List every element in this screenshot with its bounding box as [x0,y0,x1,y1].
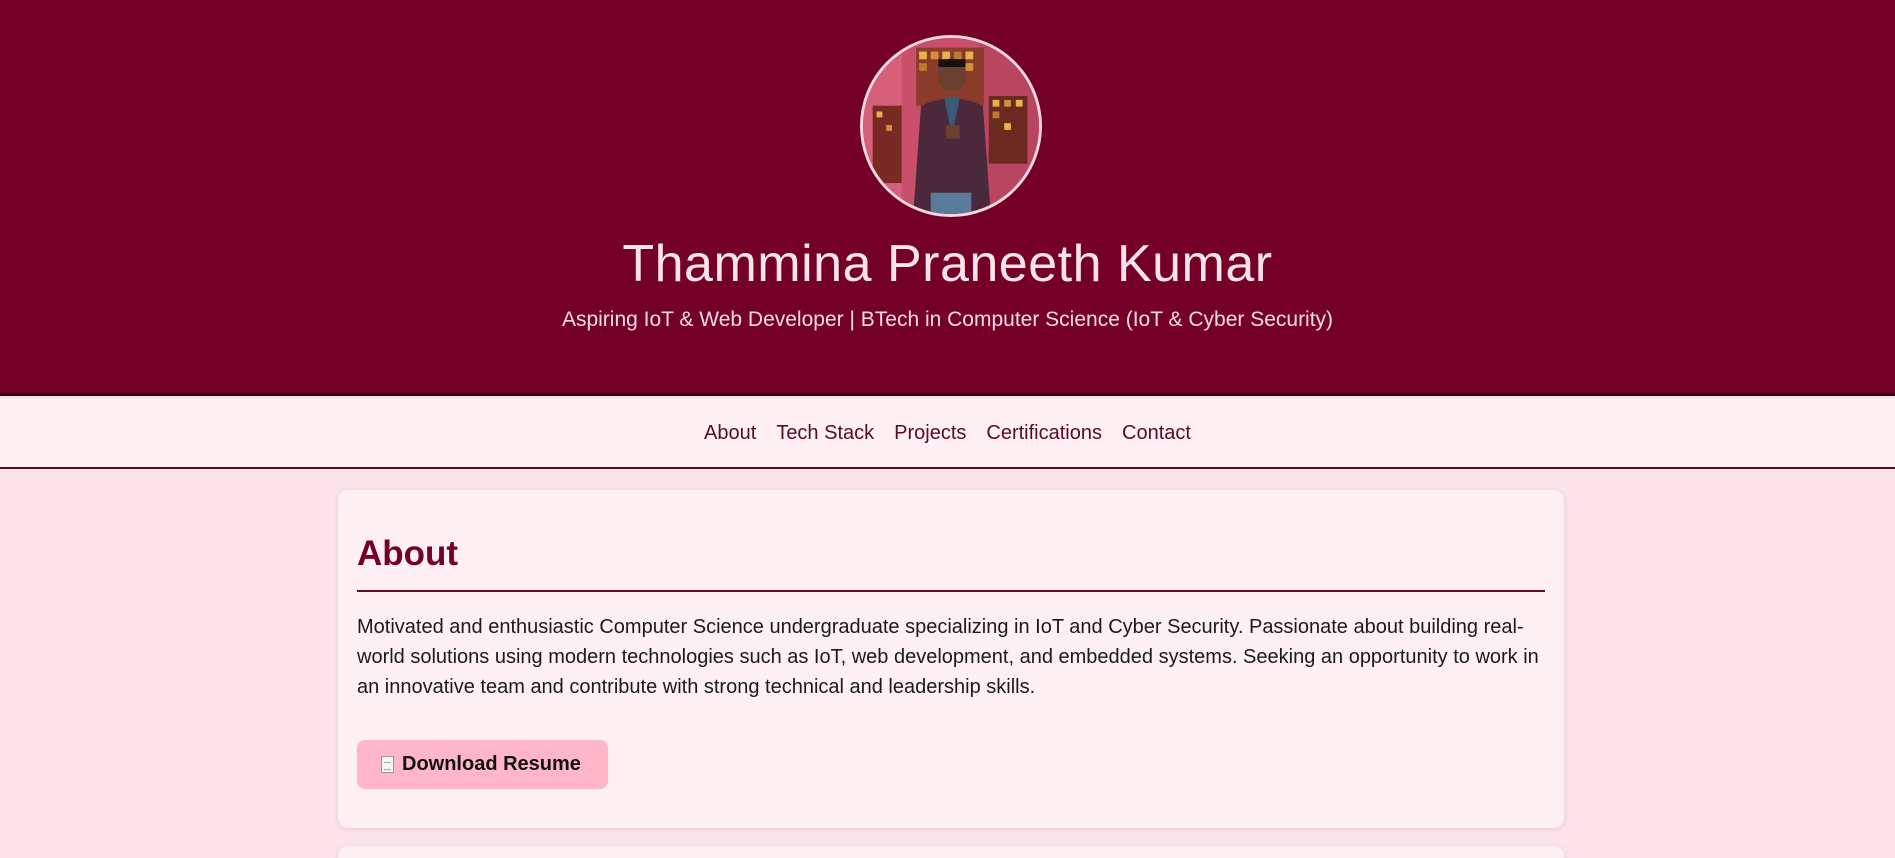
nav-link-certifications[interactable]: Certifications [986,422,1102,445]
hero-header: Thammina Praneeth Kumar Aspiring IoT & W… [0,0,1895,396]
about-section: About Motivated and enthusiastic Compute… [338,490,1564,828]
next-section [338,846,1564,858]
profile-name: Thammina Praneeth Kumar [622,235,1273,293]
document-icon [381,756,394,773]
about-heading: About [357,534,459,573]
main-nav: About Tech Stack Projects Certifications… [0,399,1895,469]
download-resume-button[interactable]: Download Resume [357,740,608,789]
section-divider [357,590,1545,592]
download-resume-label: Download Resume [402,753,581,775]
about-text: Motivated and enthusiastic Computer Scie… [357,616,1539,698]
nav-link-contact[interactable]: Contact [1122,422,1191,445]
nav-link-about[interactable]: About [704,422,756,445]
profile-avatar [860,35,1042,217]
nav-link-projects[interactable]: Projects [894,422,966,445]
profile-tagline: Aspiring IoT & Web Developer | BTech in … [561,308,1334,331]
nav-link-tech-stack[interactable]: Tech Stack [776,422,874,445]
